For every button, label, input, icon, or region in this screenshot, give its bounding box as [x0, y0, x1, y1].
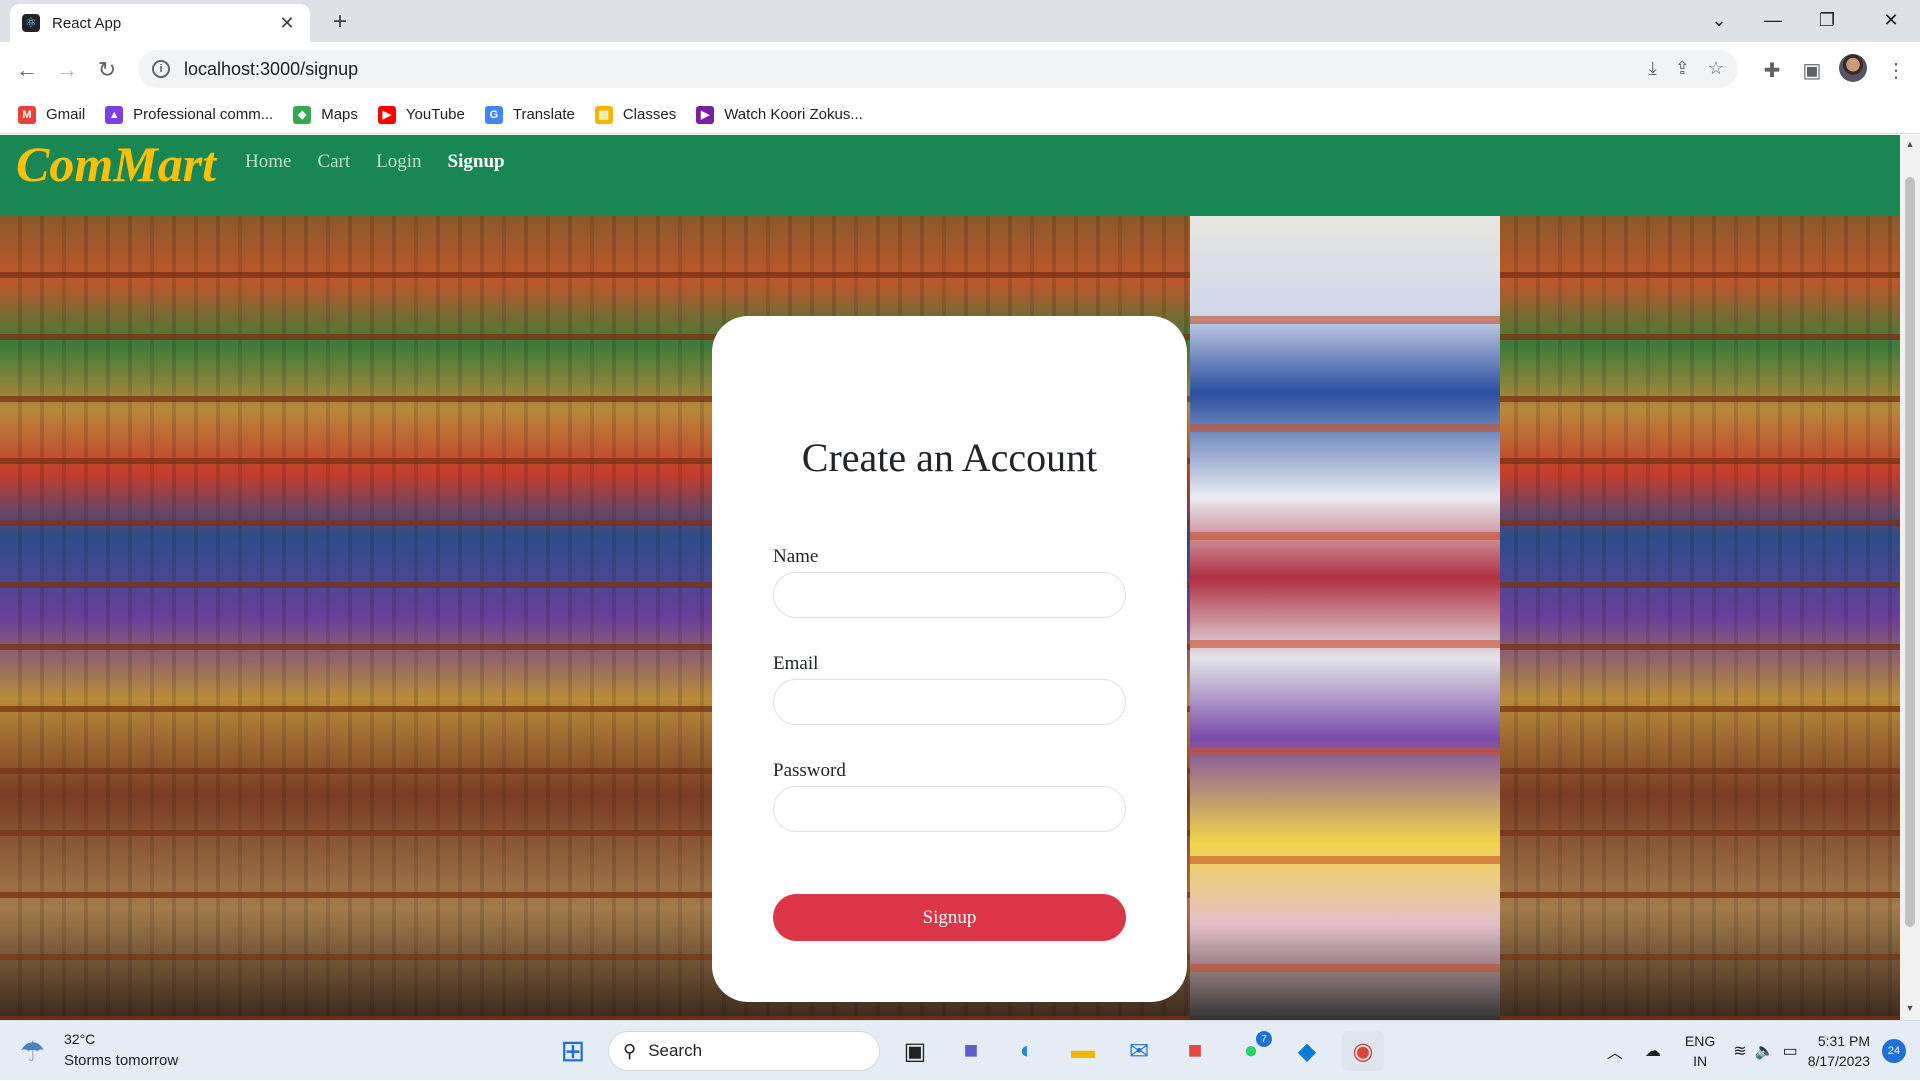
page-scrollbar[interactable]: ▲ ▼	[1900, 135, 1920, 1020]
translate-icon: G	[484, 105, 503, 124]
windows-taskbar: ☂ 32°C Storms tomorrow ⊞ ⚲ Search ▣ ■ ◐ …	[0, 1020, 1920, 1080]
bookmark-label: Classes	[622, 106, 677, 123]
bookmark-gmail[interactable]: M Gmail	[18, 105, 86, 124]
weather-icon[interactable]: ☂	[20, 1035, 45, 1068]
back-button[interactable]: ←	[11, 54, 43, 86]
signup-title: Create an Account	[801, 435, 1098, 480]
maps-icon: ◆	[293, 105, 312, 124]
whatsapp-icon[interactable]: ● 7	[1230, 1031, 1272, 1071]
brand-logo[interactable]: ComMart	[16, 135, 216, 193]
weather-description[interactable]: Storms tomorrow	[64, 1052, 178, 1069]
reload-button[interactable]: ↻	[91, 54, 123, 86]
close-tab-icon[interactable]: ✕	[276, 13, 298, 34]
bookmark-watch[interactable]: ▶ Watch Koori Zokus...	[696, 105, 863, 124]
bookmark-label: Translate	[512, 106, 575, 123]
password-label: Password	[773, 760, 846, 781]
onedrive-icon[interactable]: ☁	[1645, 1041, 1661, 1061]
close-window-button[interactable]: ✕	[1864, 0, 1918, 40]
language-code: ENG	[1684, 1033, 1716, 1049]
minimize-button[interactable]: —	[1746, 0, 1800, 40]
email-input[interactable]	[773, 679, 1126, 725]
name-label: Name	[773, 546, 819, 567]
taskbar-search[interactable]: ⚲ Search	[608, 1031, 880, 1071]
nav-links: Home Cart Login Signup	[245, 151, 505, 173]
extensions-icon[interactable]: ✚	[1756, 54, 1788, 86]
time-text: 5:31 PM	[1817, 1033, 1870, 1049]
wifi-icon[interactable]: ≋	[1733, 1041, 1746, 1061]
nav-signup-link[interactable]: Signup	[448, 151, 505, 173]
address-bar[interactable]: i localhost:3000/signup ⤓ ⇪ ☆	[138, 50, 1738, 88]
browser-toolbar: ← → ↻ i localhost:3000/signup ⤓ ⇪ ☆ ✚ ▣ …	[0, 42, 1920, 96]
bookmark-label: YouTube	[405, 106, 465, 123]
bookmark-youtube[interactable]: ▶ YouTube	[377, 105, 465, 124]
name-input[interactable]	[773, 572, 1126, 618]
bookmark-star-icon[interactable]: ☆	[1708, 58, 1724, 79]
file-explorer-icon[interactable]: ▬	[1062, 1031, 1104, 1071]
battery-icon[interactable]: ▭	[1783, 1041, 1798, 1061]
classes-icon: ▤	[594, 105, 613, 124]
edge-icon[interactable]: ◐	[1006, 1031, 1048, 1071]
clock[interactable]: 5:31 PM 8/17/2023	[1808, 1031, 1870, 1071]
tab-title: React App	[52, 14, 122, 32]
url-text: localhost:3000/signup	[184, 58, 359, 79]
date-text: 8/17/2023	[1807, 1053, 1870, 1069]
signup-button[interactable]: Signup	[773, 894, 1126, 941]
cosmetics-shelf-image	[1190, 216, 1500, 1020]
system-tray: ︿ ☁ ENG IN ≋ 🔈 ▭ 5:31 PM 8/17/2023 24	[1607, 1021, 1920, 1081]
email-label: Email	[773, 653, 819, 674]
app-icon[interactable]: ■	[1174, 1031, 1216, 1071]
bookmark-label: Gmail	[46, 106, 86, 123]
professional-icon: ▲	[105, 105, 124, 124]
signup-card: Create an Account Name Email Password Si…	[712, 316, 1187, 1002]
whatsapp-badge: 7	[1256, 1031, 1272, 1047]
side-panel-icon[interactable]: ▣	[1796, 54, 1828, 86]
mail-icon[interactable]: ✉	[1118, 1031, 1160, 1071]
bookmarks-bar: M Gmail ▲ Professional comm... ◆ Maps ▶ …	[0, 96, 1920, 134]
scroll-up-icon[interactable]: ▲	[1904, 139, 1916, 149]
nav-cart-link[interactable]: Cart	[317, 151, 350, 173]
gmail-icon: M	[18, 105, 36, 124]
menu-icon[interactable]: ⋮	[1880, 54, 1912, 86]
forward-button[interactable]: →	[51, 54, 83, 86]
bookmark-label: Professional comm...	[133, 106, 274, 123]
site-info-icon[interactable]: i	[152, 60, 170, 78]
tab-search-icon[interactable]: ⌄	[1692, 0, 1746, 40]
bookmark-translate[interactable]: G Translate	[484, 105, 575, 124]
task-view-icon[interactable]: ▣	[894, 1031, 936, 1071]
password-input[interactable]	[773, 786, 1126, 832]
language-indicator[interactable]: ENG IN	[1685, 1031, 1715, 1071]
volume-muted-icon[interactable]: 🔈	[1755, 1041, 1775, 1061]
browser-tab[interactable]: ⚛ React App ✕	[10, 4, 310, 42]
start-icon[interactable]: ⊞	[552, 1031, 594, 1071]
install-icon[interactable]: ⤓	[1649, 58, 1657, 79]
nav-home-link[interactable]: Home	[245, 151, 291, 173]
weather-temperature[interactable]: 32°C	[64, 1031, 95, 1047]
notification-badge[interactable]: 24	[1882, 1039, 1906, 1063]
chrome-icon[interactable]: ◉	[1342, 1031, 1384, 1071]
restore-button[interactable]: ❐	[1800, 0, 1854, 40]
scroll-down-icon[interactable]: ▼	[1904, 1003, 1916, 1013]
bookmark-professional[interactable]: ▲ Professional comm...	[105, 105, 274, 124]
chevron-up-icon[interactable]: ︿	[1607, 1039, 1623, 1063]
new-tab-button[interactable]: +	[326, 8, 354, 36]
tab-strip: ⚛ React App ✕ + ⌄ — ❐ ✕	[0, 0, 1920, 42]
bookmark-label: Maps	[321, 106, 358, 123]
share-icon[interactable]: ⇪	[1675, 58, 1690, 79]
nav-login-link[interactable]: Login	[376, 151, 421, 173]
taskbar-apps: ⊞ ⚲ Search ▣ ■ ◐ ▬ ✉ ■ ● 7 ◆ ◉	[552, 1031, 1384, 1071]
youtube-icon: ▶	[377, 105, 396, 124]
vscode-icon[interactable]: ◆	[1286, 1031, 1328, 1071]
profile-avatar[interactable]	[1839, 54, 1867, 82]
search-icon: ⚲	[623, 1040, 637, 1061]
react-icon: ⚛	[22, 14, 40, 32]
play-icon: ▶	[696, 105, 715, 124]
bookmark-maps[interactable]: ◆ Maps	[293, 105, 358, 124]
scroll-thumb[interactable]	[1905, 177, 1915, 927]
bookmark-label: Watch Koori Zokus...	[724, 106, 863, 123]
app-navbar: ComMart Home Cart Login Signup	[0, 135, 1900, 216]
bookmark-classes[interactable]: ▤ Classes	[594, 105, 677, 124]
region-code: IN	[1693, 1053, 1708, 1069]
teams-icon[interactable]: ■	[950, 1031, 992, 1071]
search-placeholder: Search	[648, 1041, 703, 1060]
